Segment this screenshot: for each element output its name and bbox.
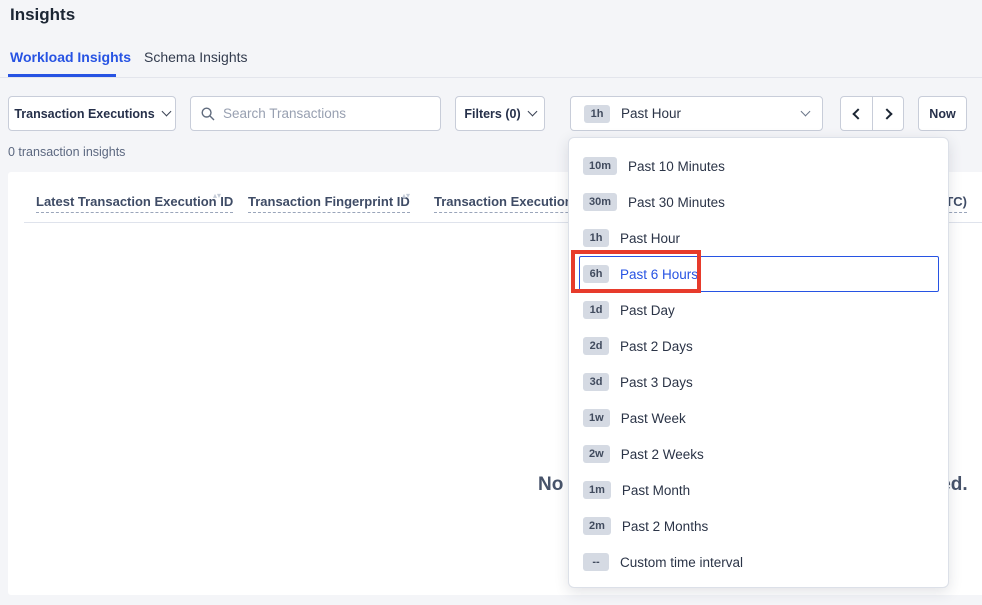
menu-item-label: Custom time interval (620, 555, 743, 570)
chevron-down-icon (801, 107, 811, 117)
menu-item-past-10-minutes[interactable]: 10m Past 10 Minutes (569, 148, 948, 184)
menu-item-label: Past 30 Minutes (628, 195, 725, 210)
time-interval-select[interactable]: 1h Past Hour (570, 96, 823, 131)
search-input-container[interactable] (190, 96, 441, 131)
menu-item-past-6-hours[interactable]: 6h Past 6 Hours (569, 256, 948, 292)
interval-badge: 3d (583, 373, 609, 391)
menu-item-label: Past Day (620, 303, 675, 318)
column-header-latest-txn-exec-id[interactable]: Latest Transaction Execution ID (36, 194, 233, 213)
interval-badge: 30m (583, 193, 617, 211)
menu-item-label: Past Hour (620, 231, 680, 246)
search-input[interactable] (223, 106, 430, 121)
interval-badge: 1d (583, 301, 609, 319)
workload-type-label: Transaction Executions (14, 107, 154, 121)
chevron-down-icon (161, 107, 171, 117)
menu-item-past-2-months[interactable]: 2m Past 2 Months (569, 508, 948, 544)
now-button[interactable]: Now (918, 96, 967, 131)
chevron-left-icon (852, 108, 863, 119)
filters-button[interactable]: Filters (0) (455, 96, 545, 131)
column-header-txn-fingerprint-id[interactable]: Transaction Fingerprint ID (248, 194, 410, 213)
workload-type-dropdown-button[interactable]: Transaction Executions (8, 96, 176, 131)
menu-item-label: Past 3 Days (620, 375, 693, 390)
next-interval-button[interactable] (872, 97, 903, 130)
menu-item-past-3-days[interactable]: 3d Past 3 Days (569, 364, 948, 400)
interval-badge: 10m (583, 157, 617, 175)
menu-item-label: Past 2 Days (620, 339, 693, 354)
tab-schema-insights[interactable]: Schema Insights (144, 49, 248, 65)
time-nav-arrows (840, 96, 904, 131)
interval-badge: 2w (583, 445, 610, 463)
menu-item-past-day[interactable]: 1d Past Day (569, 292, 948, 328)
menu-item-past-30-minutes[interactable]: 30m Past 30 Minutes (569, 184, 948, 220)
interval-badge: 6h (583, 265, 609, 283)
time-interval-badge: 1h (584, 105, 610, 123)
menu-item-past-week[interactable]: 1w Past Week (569, 400, 948, 436)
sort-icon[interactable]: ▴▾ (402, 192, 410, 199)
menu-item-label: Past 6 Hours (620, 267, 698, 282)
time-interval-label: Past Hour (621, 106, 681, 121)
search-icon (201, 107, 215, 121)
page-title: Insights (10, 5, 75, 25)
menu-item-label: Past Week (621, 411, 686, 426)
interval-badge: 2d (583, 337, 609, 355)
menu-item-custom-time-interval[interactable]: -- Custom time interval (569, 544, 948, 580)
interval-badge: 1h (583, 229, 609, 247)
menu-item-past-hour[interactable]: 1h Past Hour (569, 220, 948, 256)
interval-badge: 1m (583, 481, 611, 499)
menu-item-past-2-weeks[interactable]: 2w Past 2 Weeks (569, 436, 948, 472)
interval-badge: 2m (583, 517, 611, 535)
menu-item-past-month[interactable]: 1m Past Month (569, 472, 948, 508)
interval-badge: 1w (583, 409, 610, 427)
chevron-right-icon (881, 108, 892, 119)
menu-item-label: Past 2 Months (622, 519, 708, 534)
menu-item-past-2-days[interactable]: 2d Past 2 Days (569, 328, 948, 364)
menu-item-label: Past 2 Weeks (621, 447, 704, 462)
menu-item-label: Past Month (622, 483, 690, 498)
interval-badge: -- (583, 553, 609, 571)
previous-interval-button[interactable] (841, 97, 872, 130)
sort-icon[interactable]: ▴▾ (213, 192, 221, 199)
filters-label: Filters (0) (464, 107, 520, 121)
chevron-down-icon (527, 107, 537, 117)
insights-page: Insights Workload Insights Schema Insigh… (0, 0, 982, 605)
tab-workload-insights[interactable]: Workload Insights (10, 49, 131, 65)
tabs-divider (0, 77, 982, 78)
menu-item-label: Past 10 Minutes (628, 159, 725, 174)
now-label: Now (929, 107, 955, 121)
time-interval-dropdown-menu: 10m Past 10 Minutes 30m Past 30 Minutes … (568, 137, 949, 588)
insights-count: 0 transaction insights (8, 145, 125, 159)
